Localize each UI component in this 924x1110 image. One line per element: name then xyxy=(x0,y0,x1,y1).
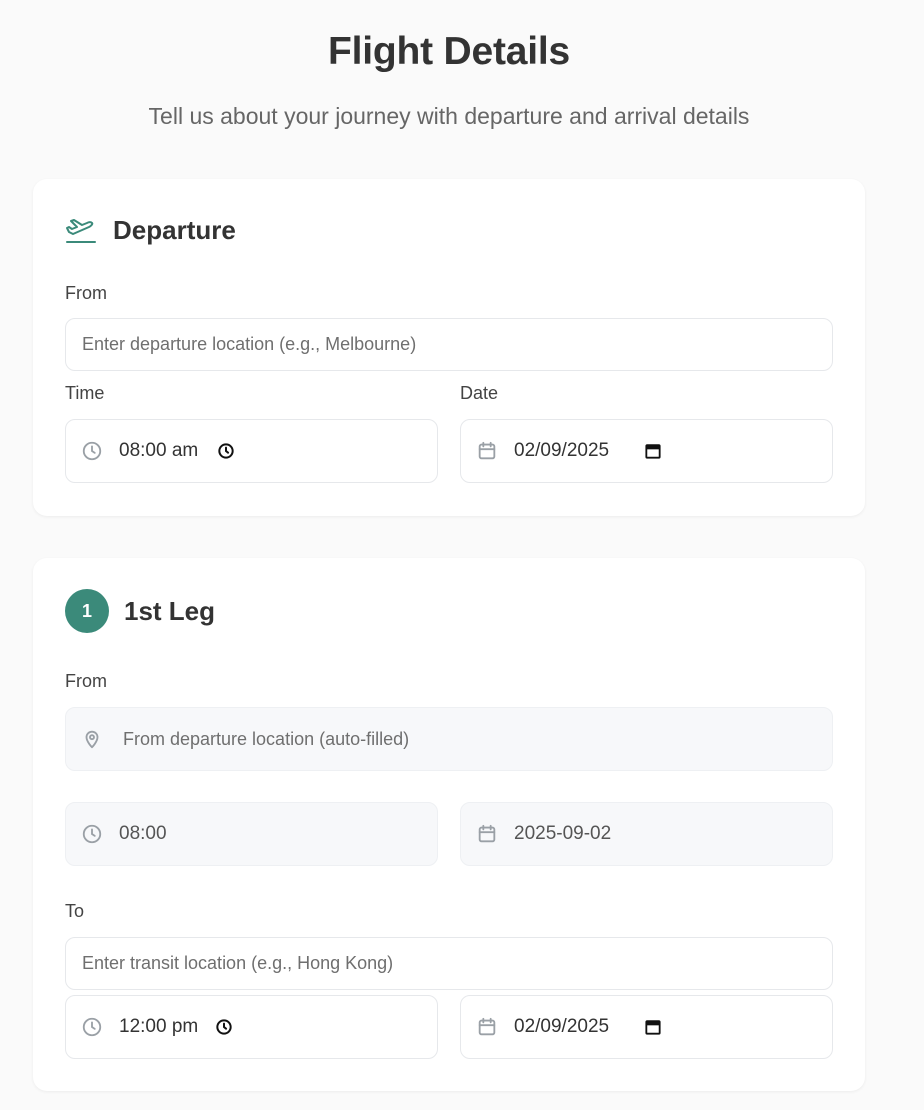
page-subtitle: Tell us about your journey with departur… xyxy=(148,103,750,129)
leg1-from-time-field: 08:00 xyxy=(65,802,438,866)
leg1-from-date-field: 2025-09-02 xyxy=(460,802,833,866)
departure-from-label: From xyxy=(65,283,107,303)
time-picker-icon[interactable] xyxy=(214,1017,234,1037)
departure-time-value: 08:00 am xyxy=(119,440,199,461)
leg1-to-input[interactable] xyxy=(66,938,832,989)
leg1-to-label: To xyxy=(65,901,85,921)
leg1-to-date-field[interactable]: 02/09/2025 xyxy=(460,995,833,1059)
leg1-from-input xyxy=(119,708,832,770)
time-picker-icon[interactable] xyxy=(216,441,236,461)
departure-time-label: Time xyxy=(65,383,105,403)
departure-title: Departure xyxy=(113,214,236,245)
leg1-to-field[interactable] xyxy=(65,937,833,990)
departure-date-value: 02/09/2025 xyxy=(514,440,610,461)
leg1-card: 1 1st Leg From 08:00 2025-09-02 To 12:00… xyxy=(33,558,865,1091)
leg1-header: 1 1st Leg xyxy=(65,589,215,633)
calendar-icon xyxy=(476,823,498,845)
leg1-to-time-value: 12:00 pm xyxy=(119,1016,199,1037)
departure-card: Departure From Time Date 08:00 am 02/09/… xyxy=(33,179,865,516)
page-title: Flight Details xyxy=(327,30,571,73)
leg1-to-time-field[interactable]: 12:00 pm xyxy=(65,995,438,1059)
leg1-from-field xyxy=(65,707,833,771)
date-picker-icon[interactable] xyxy=(643,441,663,461)
clock-icon xyxy=(81,823,103,845)
leg1-from-date-value: 2025-09-02 xyxy=(514,823,612,844)
leg1-to-date-value: 02/09/2025 xyxy=(514,1016,610,1037)
leg1-from-time-value: 08:00 xyxy=(119,823,167,844)
departure-from-field[interactable] xyxy=(65,318,833,371)
date-picker-icon[interactable] xyxy=(643,1017,663,1037)
departure-from-input[interactable] xyxy=(66,319,832,370)
calendar-icon xyxy=(476,440,498,462)
departure-date-label: Date xyxy=(460,383,499,403)
leg1-title: 1st Leg xyxy=(124,595,216,626)
leg-number-badge: 1 xyxy=(65,589,109,633)
departure-time-field[interactable]: 08:00 am xyxy=(65,419,438,483)
map-pin-icon xyxy=(81,728,103,750)
departure-date-field[interactable]: 02/09/2025 xyxy=(460,419,833,483)
plane-departure-icon xyxy=(65,214,97,246)
clock-icon xyxy=(81,1016,103,1038)
leg1-from-label: From xyxy=(65,671,107,691)
departure-header: Departure xyxy=(65,214,236,246)
calendar-icon xyxy=(476,1016,498,1038)
clock-icon xyxy=(81,440,103,462)
